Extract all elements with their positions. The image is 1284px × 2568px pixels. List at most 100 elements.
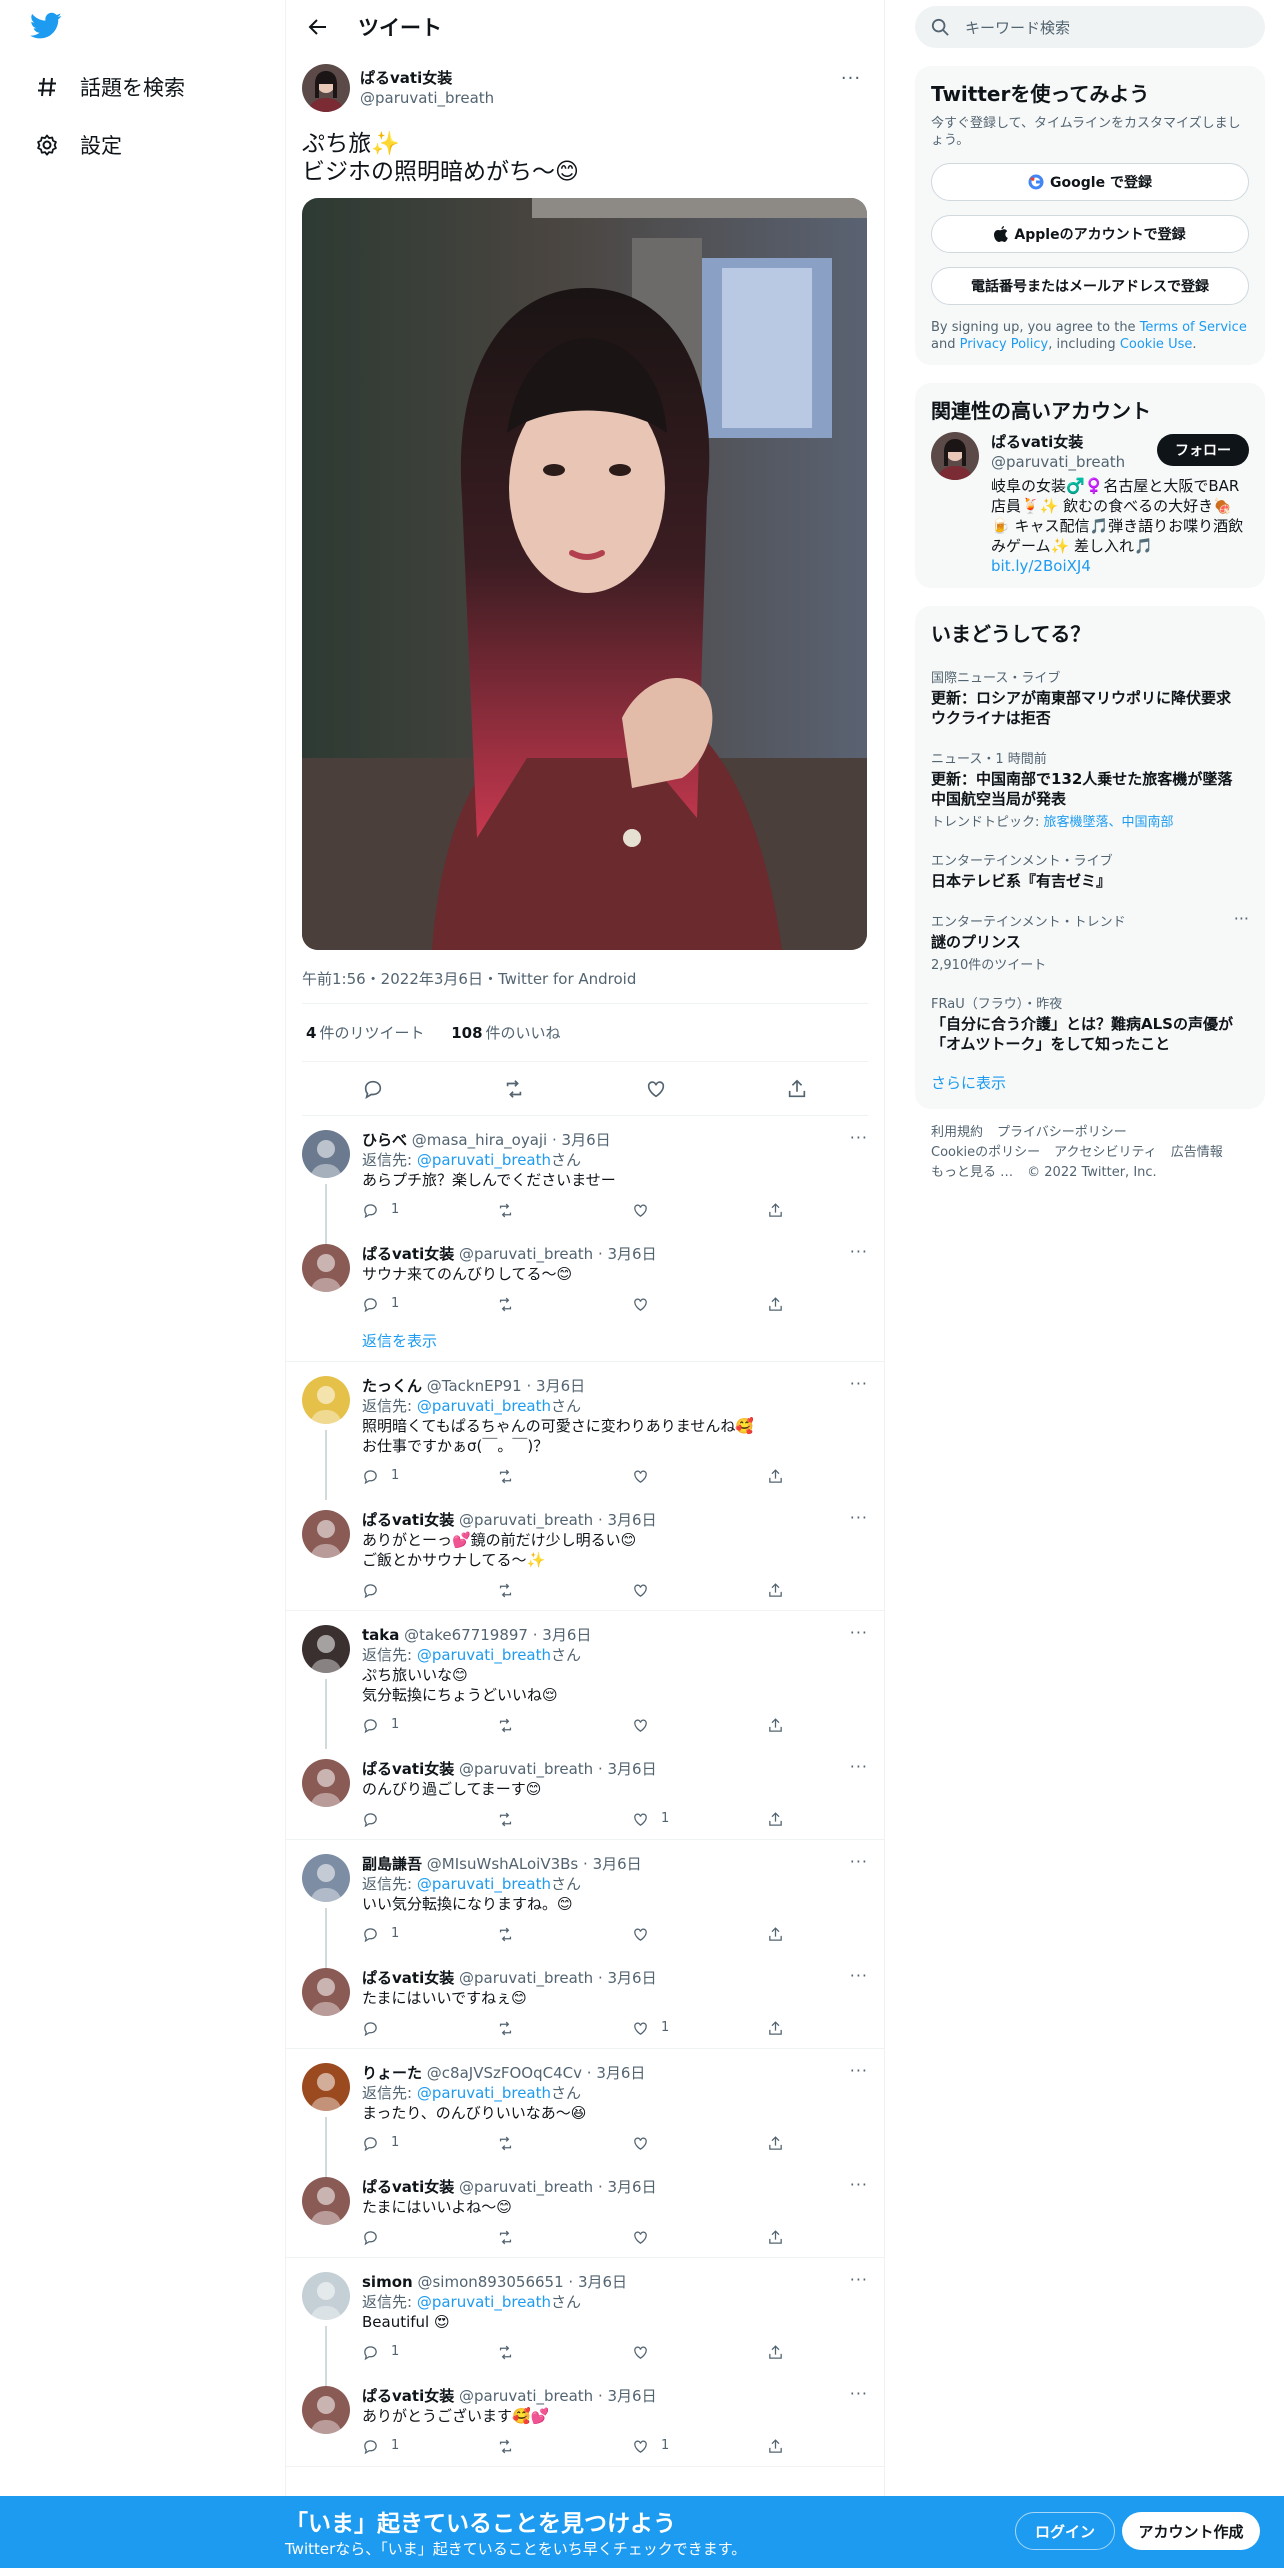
more-options-icon[interactable]: ··· (834, 66, 868, 90)
reply-author-handle[interactable]: @simon893056651 (417, 2273, 563, 2291)
share-button[interactable] (767, 1926, 797, 1943)
reply-button[interactable] (362, 1811, 497, 1828)
footer-cookie[interactable]: Cookieのポリシー (931, 1145, 1040, 1160)
trend-item[interactable]: エンターテインメント・ライブ 日本テレビ系『有吉ゼミ』 (931, 840, 1249, 901)
reply-date[interactable]: 3月6日 (536, 1377, 585, 1395)
more-options-icon[interactable]: ··· (1234, 909, 1249, 928)
like-button[interactable] (632, 1296, 767, 1313)
retweet-stat[interactable]: 4 件のリツイート (306, 1024, 424, 1042)
google-signup-button[interactable]: Google で登録 (931, 163, 1249, 201)
reply-button[interactable] (362, 2229, 497, 2246)
related-account[interactable]: ぱるvati女装 @paruvati_breath 岐阜の女装♂️♀️名古屋と大… (931, 432, 1249, 576)
more-options-icon[interactable]: ··· (850, 1623, 868, 1643)
retweet-button[interactable] (497, 2438, 632, 2455)
reply-author-name[interactable]: simon (362, 2273, 413, 2291)
avatar[interactable] (302, 1244, 350, 1292)
reply-icon[interactable] (355, 1071, 391, 1107)
reply-to-mention[interactable]: @paruvati_breath (417, 2084, 551, 2102)
share-button[interactable] (767, 1582, 797, 1599)
like-button[interactable] (632, 1926, 767, 1943)
footer-terms[interactable]: 利用規約 (931, 1125, 983, 1140)
trend-item[interactable]: エンターテインメント・トレンド 謎のプリンス 2,910件のツイート ··· (931, 901, 1249, 983)
avatar[interactable] (302, 1759, 350, 1807)
reply-tweet[interactable]: ぱるvati女装 @paruvati_breath · 3月6日 ありがとうござい… (286, 2372, 884, 2466)
retweet-button[interactable] (497, 2344, 632, 2361)
reply-author-handle[interactable]: @paruvati_breath (459, 1760, 593, 1778)
reply-button[interactable]: 1 (362, 2436, 497, 2456)
apple-signup-button[interactable]: Appleのアカウントで登録 (931, 215, 1249, 253)
author-handle[interactable]: @paruvati_breath (360, 88, 494, 108)
retweet-button[interactable] (497, 2135, 632, 2152)
share-button[interactable] (767, 1468, 797, 1485)
share-button[interactable] (767, 2229, 797, 2246)
back-arrow-icon[interactable] (304, 13, 332, 41)
reply-tweet[interactable]: ぱるvati女装 @paruvati_breath · 3月6日 のんびり過ごして… (286, 1745, 884, 1839)
share-button[interactable] (767, 1811, 797, 1828)
footer-more[interactable]: もっと見る … (931, 1165, 1013, 1180)
tweet-photo[interactable] (302, 198, 867, 950)
nav-settings[interactable]: 設定 (32, 125, 122, 165)
privacy-link[interactable]: Privacy Policy (960, 337, 1049, 352)
reply-button[interactable]: 1 (362, 1466, 497, 1486)
reply-tweet[interactable]: ぱるvati女装 @paruvati_breath · 3月6日 サウナ来てのんび… (286, 1230, 884, 1324)
more-options-icon[interactable]: ··· (850, 2270, 868, 2290)
reply-author-handle[interactable]: @take67719897 (404, 1626, 528, 1644)
reply-author-name[interactable]: ひらべ (362, 1131, 407, 1149)
avatar[interactable] (302, 2386, 350, 2434)
reply-author-handle[interactable]: @masa_hira_oyaji (412, 1131, 547, 1149)
more-options-icon[interactable]: ··· (850, 1852, 868, 1872)
reply-tweet[interactable]: 副島謙吾 @MIsuWshALoiV3Bs · 3月6日 返信先: @paruva… (286, 1840, 884, 1978)
reply-tweet[interactable]: ぱるvati女装 @paruvati_breath · 3月6日 たまにはいいよね… (286, 2163, 884, 2257)
share-button[interactable] (767, 1296, 797, 1313)
author-name[interactable]: ぱるvati女装 (360, 68, 494, 88)
avatar[interactable] (302, 1376, 350, 1424)
reply-author-handle[interactable]: @paruvati_breath (459, 2178, 593, 2196)
share-button[interactable] (767, 2438, 797, 2455)
more-options-icon[interactable]: ··· (850, 2384, 868, 2404)
reply-to-mention[interactable]: @paruvati_breath (417, 1875, 551, 1893)
tweet-timestamp[interactable]: 午前1:56・2022年3月6日・Twitter for Android (302, 950, 868, 1004)
footer-privacy[interactable]: プライバシーポリシー (997, 1125, 1127, 1140)
reply-to-mention[interactable]: @paruvati_breath (417, 1646, 551, 1664)
more-options-icon[interactable]: ··· (850, 1374, 868, 1394)
avatar[interactable] (302, 2177, 350, 2225)
share-icon[interactable] (779, 1071, 815, 1107)
twitter-logo-icon[interactable] (30, 12, 66, 48)
reply-to-mention[interactable]: @paruvati_breath (417, 1151, 551, 1169)
reply-date[interactable]: 3月6日 (542, 1626, 591, 1644)
show-replies-link[interactable]: 返信を表示 (286, 1324, 884, 1361)
reply-date[interactable]: 3月6日 (608, 1969, 657, 1987)
share-button[interactable] (767, 1202, 797, 1219)
share-button[interactable] (767, 2135, 797, 2152)
avatar[interactable] (302, 1130, 350, 1178)
like-icon[interactable] (638, 1071, 674, 1107)
reply-button[interactable]: 1 (362, 2133, 497, 2153)
retweet-button[interactable] (497, 2020, 632, 2037)
reply-date[interactable]: 3月6日 (608, 1511, 657, 1529)
retweet-button[interactable] (497, 1468, 632, 1485)
signup-button[interactable]: アカウント作成 (1122, 2512, 1260, 2550)
reply-date[interactable]: 3月6日 (608, 1760, 657, 1778)
reply-tweet[interactable]: taka @take67719897 · 3月6日 返信先: @paruvati_… (286, 1611, 884, 1749)
cookie-link[interactable]: Cookie Use (1120, 337, 1193, 352)
reply-button[interactable] (362, 1582, 497, 1599)
like-button[interactable]: 1 (632, 2436, 767, 2456)
retweet-button[interactable] (497, 1202, 632, 1219)
reply-date[interactable]: 3月6日 (593, 1855, 642, 1873)
reply-tweet[interactable]: たっくん @TacknEP91 · 3月6日 返信先: @paruvati_bre… (286, 1362, 884, 1500)
reply-to-mention[interactable]: @paruvati_breath (417, 2293, 551, 2311)
retweet-button[interactable] (497, 1296, 632, 1313)
footer-ads[interactable]: 広告情報 (1171, 1145, 1223, 1160)
trend-item[interactable]: FRaU（フラウ）・昨夜 「自分に合う介護」とは？難病ALSの声優が「オムツトーク… (931, 983, 1249, 1064)
retweet-button[interactable] (497, 1811, 632, 1828)
show-more-trends-link[interactable]: さらに表示 (931, 1074, 1006, 1092)
follow-button[interactable]: フォロー (1157, 434, 1249, 466)
retweet-button[interactable] (497, 1717, 632, 1734)
more-options-icon[interactable]: ··· (850, 1128, 868, 1148)
reply-date[interactable]: 3月6日 (608, 2178, 657, 2196)
nav-explore[interactable]: 話題を検索 (32, 67, 185, 107)
like-button[interactable]: 1 (632, 1809, 767, 1829)
reply-author-name[interactable]: ぱるvati女装 (362, 1245, 454, 1263)
reply-button[interactable] (362, 2020, 497, 2037)
avatar[interactable] (302, 2272, 350, 2320)
